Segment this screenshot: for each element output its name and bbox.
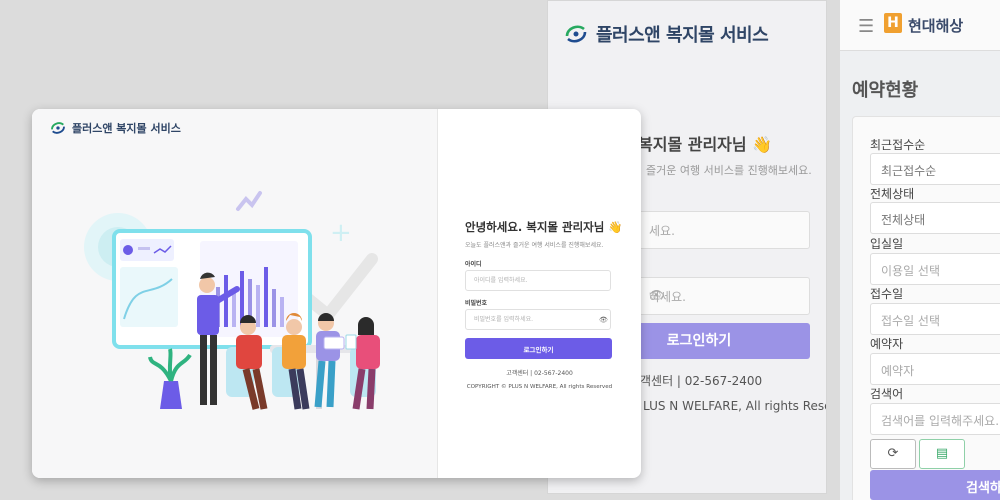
brand-name: 플러스앤 복지몰 서비스 xyxy=(72,122,181,135)
show-password-eye-icon[interactable]: 👁 xyxy=(599,316,608,324)
login-illustration-pane: 플러스앤 복지몰 서비스 + xyxy=(32,109,438,478)
bg-checkin-label: 입실일 xyxy=(870,237,904,251)
bg-status-select: 전체상태 xyxy=(870,202,1000,234)
bg-recent-label: 최근접수순 xyxy=(870,138,926,152)
bg-booker-label: 예약자 xyxy=(870,337,904,351)
bg-greeting: 복지몰 관리자님 👋 xyxy=(638,135,773,154)
login-button[interactable]: 로그인하기 xyxy=(465,338,612,359)
greeting-title: 안녕하세요. 복지몰 관리자님 👋 xyxy=(465,220,623,234)
eye-icon: 👁 xyxy=(649,288,665,302)
background-reservation-preview: ☰ H 현대해상 예약현황 최근접수순 최근접수순 전체상태 전체상태 입실일 … xyxy=(840,0,1000,500)
bg-customer-center: 객센터 | 02-567-2400 xyxy=(640,374,763,388)
password-input[interactable] xyxy=(465,309,611,330)
copyright-text: COPYRIGHT © PLUS N WELFARE, All rights R… xyxy=(466,384,613,390)
svg-text:+: + xyxy=(330,218,352,248)
bg-checkin-input: 이용일 선택 xyxy=(870,253,1000,285)
bg-booker-input: 예약자 xyxy=(870,353,1000,385)
bg-keyword-input: 검색어를 입력해주세요. xyxy=(870,403,1000,435)
bg-receipt-label: 접수일 xyxy=(870,287,904,301)
hyundai-logo-icon: H xyxy=(884,13,902,33)
hamburger-menu-icon: ☰ xyxy=(858,16,875,37)
plus-n-logo-icon xyxy=(51,122,65,134)
greeting-subtitle: 오늘도 플러스앤과 즐거운 여행 서비스를 진행해보세요. xyxy=(465,242,604,249)
bg-greeting-sub: 즐거운 여행 서비스를 진행해보세요. xyxy=(646,164,812,177)
bg-search-button: 검색하 xyxy=(870,470,1000,500)
password-label: 비밀번호 xyxy=(465,300,488,307)
bg-receipt-input: 접수일 선택 xyxy=(870,303,1000,335)
bg-logo: 플러스앤 복지몰 서비스 xyxy=(564,21,769,47)
id-label: 아이디 xyxy=(465,261,482,268)
bg-topbar: ☰ H 현대해상 xyxy=(840,0,1000,51)
bg-company-name: 현대해상 xyxy=(908,17,964,35)
login-card: 플러스앤 복지몰 서비스 + 안녕하세요. 복지몰 관리자님 👋 오늘도 플러스… xyxy=(32,109,641,478)
customer-center-info: 고객센터 | 02-567-2400 xyxy=(506,370,573,377)
bg-page-title: 예약현황 xyxy=(852,80,919,101)
excel-icon: ▤ xyxy=(919,439,965,469)
team-meeting-illustration: + xyxy=(84,191,380,410)
bg-status-label: 전체상태 xyxy=(870,187,915,201)
bg-keyword-label: 검색어 xyxy=(870,387,904,401)
bg-copyright: LUS N WELFARE, All rights Reserved xyxy=(643,399,826,413)
login-form-pane: 안녕하세요. 복지몰 관리자님 👋 오늘도 플러스앤과 즐거운 여행 서비스를 … xyxy=(438,109,641,478)
logo: 플러스앤 복지몰 서비스 xyxy=(50,120,181,136)
bg-recent-select: 최근접수순 xyxy=(870,153,1000,185)
refresh-icon: ⟳ xyxy=(870,439,916,469)
plus-n-logo-icon xyxy=(565,25,587,43)
id-input[interactable] xyxy=(465,270,611,291)
bg-brand-name: 플러스앤 복지몰 서비스 xyxy=(596,25,769,46)
